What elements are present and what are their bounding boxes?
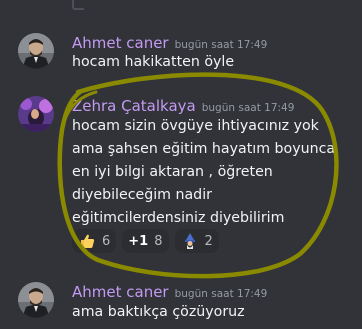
- message-timestamp[interactable]: bugün saat 17:49: [202, 102, 295, 114]
- avatar[interactable]: [18, 96, 54, 132]
- reaction-count: 2: [204, 233, 213, 249]
- author-name[interactable]: Zehra Çatalkaya: [72, 97, 196, 115]
- message-line: hocam sizin övgüye ihtiyacınız yok: [72, 118, 319, 134]
- message-line: eğitimcilerdensiniz diyebilirim: [72, 210, 285, 226]
- thumbs-up-icon: [78, 232, 96, 250]
- reaction-count: 8: [154, 233, 163, 249]
- message-line: diyebileceğim nadir: [72, 187, 212, 203]
- reaction-bar: 6 +1 8 2: [72, 229, 219, 253]
- reply-thread-connector: [72, 0, 84, 10]
- avatar[interactable]: [18, 282, 54, 318]
- message-header: Ahmet caner bugün saat 17:49: [72, 282, 267, 301]
- message-header: Zehra Çatalkaya bugün saat 17:49: [72, 96, 294, 115]
- message-content: hocam sizin övgüye ihtiyacınız yok ama ş…: [72, 115, 335, 230]
- author-name[interactable]: Ahmet caner: [72, 283, 169, 301]
- chat-channel: Ahmet caner bugün saat 17:49 hocam hakika…: [0, 0, 362, 329]
- avatar[interactable]: [18, 33, 54, 69]
- wizard-icon: [181, 232, 199, 250]
- reaction-plus-one[interactable]: +1 8: [122, 229, 169, 253]
- reaction-wizard[interactable]: 2: [174, 229, 219, 253]
- author-name[interactable]: Ahmet caner: [72, 34, 169, 52]
- message-line: ama şahsen eğitim hayatım boyunca: [72, 141, 336, 157]
- reaction-count: 6: [102, 233, 111, 249]
- message-content: hocam hakikatten öyle: [72, 51, 234, 74]
- message-timestamp[interactable]: bugün saat 17:49: [175, 39, 268, 51]
- message-timestamp[interactable]: bugün saat 17:49: [175, 288, 268, 300]
- reaction-thumbs-up[interactable]: 6: [72, 229, 117, 253]
- message-line: ama baktıkça çözüyoruz: [72, 304, 245, 320]
- message-content: ama baktıkça çözüyoruz: [72, 301, 245, 324]
- plus-one-icon: +1: [128, 233, 149, 249]
- message-header: Ahmet caner bugün saat 17:49: [72, 33, 267, 52]
- message-line: en iyi bilgi aktaran , öğreten: [72, 164, 273, 180]
- message-line: hocam hakikatten öyle: [72, 54, 235, 70]
